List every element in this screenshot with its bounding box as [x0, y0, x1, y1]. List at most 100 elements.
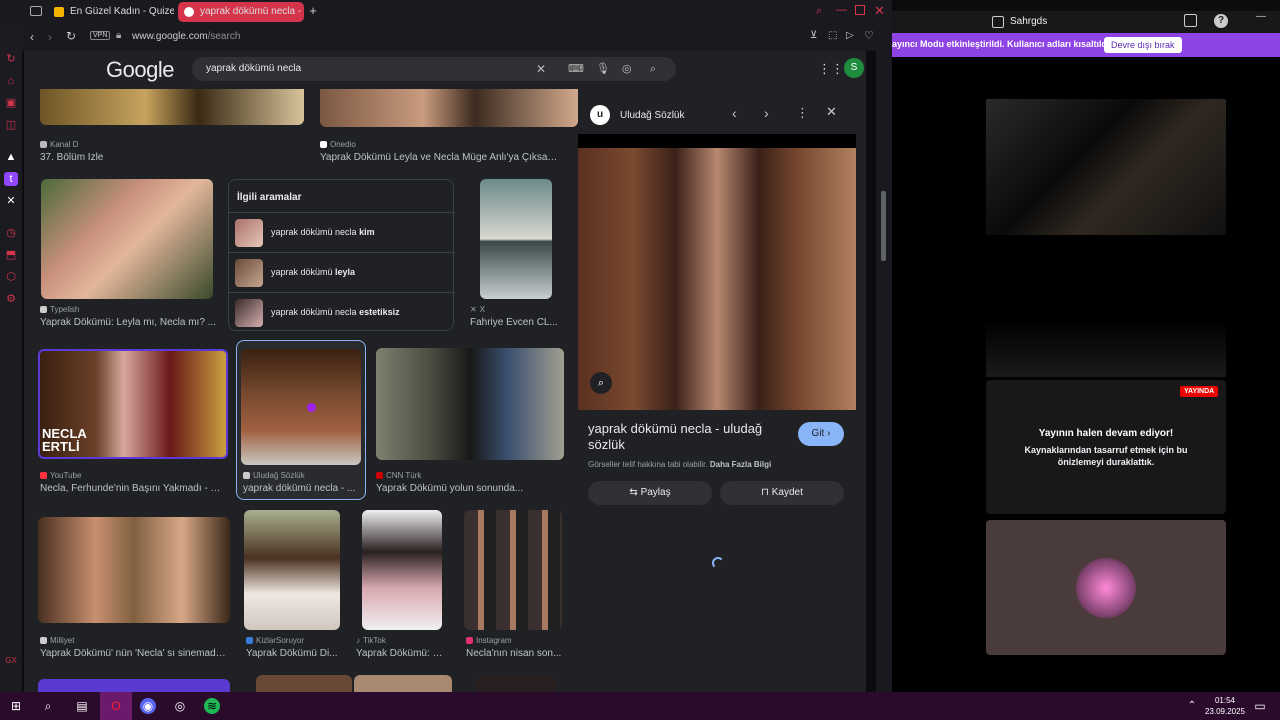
minimize-icon[interactable]: —: [836, 4, 847, 16]
result-title[interactable]: Yaprak Dökümü yolun sonunda...: [376, 483, 562, 494]
tray-chevron-icon[interactable]: ⌃: [1184, 698, 1200, 714]
twitch-minimize-icon[interactable]: —: [1256, 11, 1266, 22]
related-item[interactable]: yaprak dökümü necla estetiksiz: [229, 292, 455, 332]
search-icon[interactable]: ⌕: [40, 698, 56, 714]
forward-icon[interactable]: ›: [48, 30, 52, 44]
clock[interactable]: 01:54 23.09.2025: [1200, 695, 1250, 717]
apps-grid-icon[interactable]: ⋮⋮: [818, 61, 844, 77]
notifications-icon[interactable]: ▭: [1252, 698, 1268, 714]
keyboard-icon[interactable]: ⌨: [568, 57, 584, 81]
file-explorer-icon[interactable]: ▤: [74, 698, 90, 714]
selected-result-card[interactable]: Uludağ Sözlük yaprak dökümü necla - ...: [236, 340, 366, 500]
result-source[interactable]: YouTube: [40, 471, 81, 480]
paused-stream-card[interactable]: YAYINDA Yayının halen devam ediyor! Kayn…: [986, 380, 1226, 514]
url-field[interactable]: www.google.com/search: [132, 31, 240, 42]
pin-icon[interactable]: ⊻: [810, 30, 817, 41]
result-image[interactable]: [480, 179, 552, 299]
result-title[interactable]: yaprak dökümü necla - ...: [243, 483, 361, 494]
result-image[interactable]: [376, 348, 564, 460]
result-image[interactable]: [41, 179, 213, 299]
preview-image[interactable]: [578, 148, 856, 410]
result-image[interactable]: [362, 510, 442, 630]
back-icon[interactable]: ‹: [30, 30, 34, 44]
snapshot-icon[interactable]: ⬚: [828, 30, 837, 41]
result-title[interactable]: Necla'nın nisan son...: [466, 648, 562, 659]
result-image[interactable]: [38, 679, 230, 692]
opera-gx-taskbar-icon[interactable]: O: [108, 698, 124, 714]
sidebar-twitch-icon[interactable]: t: [4, 172, 18, 186]
sidebar-ai-icon[interactable]: ↻: [4, 52, 18, 66]
sidebar-games-icon[interactable]: ▣: [4, 96, 18, 110]
reload-icon[interactable]: ↻: [66, 29, 76, 43]
twitch-username[interactable]: Sahrgds: [1010, 16, 1047, 27]
result-source[interactable]: Kanal D: [40, 140, 78, 149]
disable-streamer-mode-button[interactable]: Devre dışı bırak: [1104, 37, 1182, 53]
account-avatar[interactable]: S: [844, 58, 864, 78]
close-panel-icon[interactable]: ✕: [826, 104, 837, 120]
result-source[interactable]: ♪ TikTok: [356, 636, 386, 645]
result-source[interactable]: CNN Türk: [376, 471, 421, 480]
clear-search-icon[interactable]: ✕: [536, 57, 546, 81]
tab-quizei[interactable]: En Güzel Kadın - Quizei: [48, 2, 174, 22]
result-image[interactable]: [354, 675, 452, 692]
result-image[interactable]: NECLA ERTLİ: [38, 349, 228, 459]
sidebar-crypto-icon[interactable]: ◫: [4, 118, 18, 132]
lens-search-icon[interactable]: ⌕: [590, 372, 612, 394]
result-source[interactable]: Uludağ Sözlük: [243, 471, 305, 480]
result-image[interactable]: [320, 89, 578, 127]
result-image[interactable]: [38, 517, 230, 623]
windows-start-icon[interactable]: ⊞: [8, 698, 24, 714]
search-input[interactable]: yaprak dökümü necla ✕ ⌨ 🎙︎ ◎ ⌕: [192, 57, 676, 81]
tab-google-search[interactable]: yaprak dökümü necla - G: [178, 2, 304, 22]
maximize-icon[interactable]: [855, 5, 865, 15]
sidebar-gx-icon[interactable]: GX: [4, 654, 18, 668]
send-icon[interactable]: ▷: [846, 30, 854, 41]
sidebar-extensions-icon[interactable]: ⬡: [4, 270, 18, 284]
visit-button[interactable]: Git ›: [798, 422, 844, 446]
result-image[interactable]: [476, 675, 556, 692]
spotify-taskbar-icon[interactable]: ≋: [204, 698, 220, 714]
result-source[interactable]: Instagram: [466, 636, 512, 645]
new-tab-icon[interactable]: +: [306, 4, 320, 18]
sidebar-shop-icon[interactable]: ⌂: [4, 74, 18, 88]
google-logo[interactable]: Google: [106, 57, 174, 83]
bookmark-heart-icon[interactable]: ♡: [864, 29, 874, 42]
tab-search-icon[interactable]: ⌕: [816, 5, 822, 18]
lock-icon[interactable]: 🔒︎: [116, 30, 121, 41]
search-icon[interactable]: ⌕: [650, 57, 656, 81]
result-title[interactable]: Fahriye Evcen CL...: [470, 317, 560, 328]
lens-icon[interactable]: ◎: [622, 57, 632, 81]
more-info-link[interactable]: Daha Fazla Bilgi: [710, 460, 771, 469]
result-title[interactable]: Yaprak Dökümü Leyla ve Necla Müge Anlı'y…: [320, 152, 560, 163]
result-image[interactable]: [464, 510, 562, 630]
result-image[interactable]: [256, 675, 352, 692]
result-source[interactable]: Milliyet: [40, 636, 74, 645]
panel-title[interactable]: yaprak dökümü necla - uludağ sözlük: [588, 421, 788, 453]
voice-search-icon[interactable]: 🎙︎: [596, 57, 610, 81]
result-source[interactable]: ✕ X: [470, 305, 485, 314]
discord-taskbar-icon[interactable]: ◉: [140, 698, 156, 714]
result-title[interactable]: Yaprak Dökümü: Leyla mı, Necla mı? ...: [40, 317, 224, 328]
offline-channel-card[interactable]: [986, 520, 1226, 655]
result-title[interactable]: Necla, Ferhunde'nin Başını Yakmadı - Ya.…: [40, 483, 226, 494]
result-source[interactable]: Typelish: [40, 305, 79, 314]
help-icon[interactable]: ?: [1214, 14, 1228, 28]
close-window-icon[interactable]: ✕: [874, 3, 885, 19]
stream-preview-secondary[interactable]: [986, 235, 1226, 377]
result-image[interactable]: [40, 89, 304, 125]
save-button[interactable]: ⊓ Kaydet: [720, 481, 844, 505]
more-options-icon[interactable]: ⋮: [796, 105, 809, 121]
vpn-badge[interactable]: VPN: [90, 31, 111, 40]
sidebar-settings-icon[interactable]: ⚙: [4, 292, 18, 306]
inbox-icon[interactable]: [1184, 14, 1197, 27]
panel-site-name[interactable]: Uludağ Sözlük: [620, 110, 684, 121]
sidebar-x-icon[interactable]: ✕: [4, 194, 18, 208]
page-scrollbar[interactable]: [876, 51, 892, 692]
result-image[interactable]: [241, 349, 361, 465]
related-item[interactable]: yaprak dökümü necla kim: [229, 212, 455, 252]
next-image-icon[interactable]: ›: [764, 105, 769, 121]
share-button[interactable]: ⇆ Paylaş: [588, 481, 712, 505]
result-image[interactable]: [244, 510, 340, 630]
result-source[interactable]: Onedio: [320, 140, 356, 149]
result-title[interactable]: 37. Bölüm İzle: [40, 152, 300, 163]
